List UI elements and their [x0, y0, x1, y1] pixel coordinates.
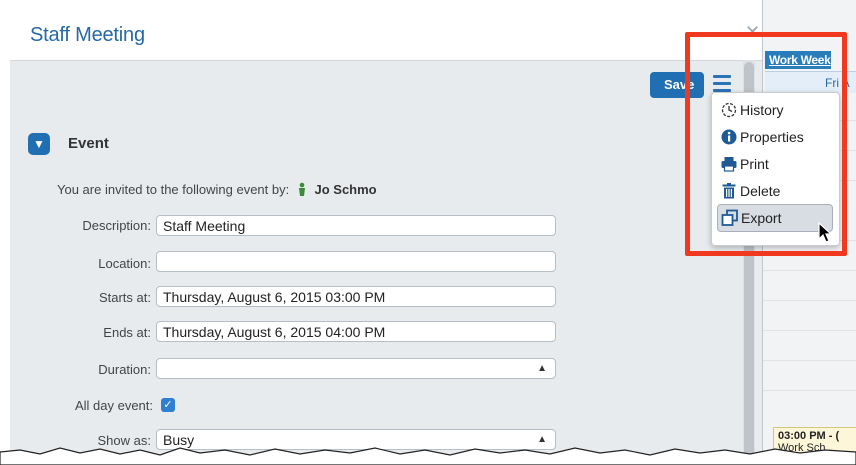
invite-line: You are invited to the following event b…: [57, 182, 377, 197]
calendar-row-divider: [763, 300, 856, 301]
calendar-event-time: 03:00 PM - (: [778, 430, 840, 442]
section-title-event: Event: [68, 135, 109, 152]
all-day-checkbox[interactable]: ✓: [161, 398, 175, 412]
calendar-row-divider: [763, 360, 856, 361]
dialog-title: Staff Meeting: [30, 24, 145, 46]
duration-select[interactable]: ▲: [156, 358, 556, 379]
calendar-row-divider: [763, 390, 856, 391]
starts-at-field[interactable]: Thursday, August 6, 2015 03:00 PM: [156, 286, 556, 307]
calendar-row-divider: [763, 270, 856, 271]
starts-at-label: Starts at:: [98, 290, 151, 305]
location-field[interactable]: [156, 251, 556, 272]
invite-user-name: Jo Schmo: [314, 182, 377, 197]
description-label: Description:: [82, 218, 151, 233]
mouse-cursor-icon: [818, 222, 833, 243]
calendar-row-divider: [763, 330, 856, 331]
duration-label: Duration:: [98, 362, 151, 377]
ends-at-label: Ends at:: [103, 325, 151, 340]
all-day-label: All day event:: [74, 398, 153, 413]
person-icon: [298, 182, 305, 196]
dialog-top-strip: [10, 0, 762, 10]
invite-text: You are invited to the following event b…: [57, 182, 290, 197]
chevron-down-icon[interactable]: ▼: [28, 133, 50, 155]
select-arrows-icon: ▲: [537, 363, 547, 374]
torn-paper-edge: [0, 447, 856, 465]
location-label: Location:: [98, 256, 151, 271]
dialog-titlebar: Staff Meeting ✕: [10, 10, 762, 61]
description-field[interactable]: Staff Meeting: [156, 215, 556, 236]
event-dialog: Staff Meeting ✕ Save ▼ Event You are inv…: [10, 0, 763, 465]
ends-at-field[interactable]: Thursday, August 6, 2015 04:00 PM: [156, 321, 556, 342]
